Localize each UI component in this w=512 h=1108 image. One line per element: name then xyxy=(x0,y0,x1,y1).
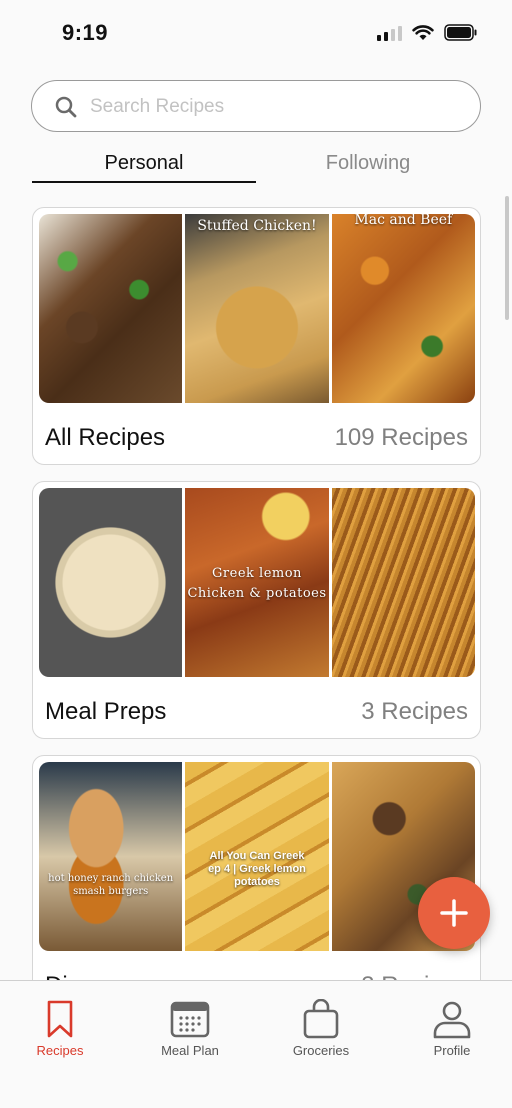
add-recipe-button[interactable] xyxy=(418,877,490,949)
collection-count: 3 Recipes xyxy=(361,698,468,725)
tab-following[interactable]: Following xyxy=(256,150,480,184)
nav-label: Meal Plan xyxy=(161,1043,219,1058)
thumbnail-caption: Stuffed Chicken! xyxy=(197,218,317,234)
collection-thumbnails: Greek lemon Chicken & potatoes xyxy=(39,488,475,677)
nav-item-meal-plan[interactable]: Meal Plan xyxy=(130,999,250,1058)
recipe-thumbnail: All You Can Greek ep 4 | Greek lemon pot… xyxy=(185,762,329,951)
recipes-screen: 9:19 Personal Following xyxy=(0,0,512,1108)
recipe-thumbnail: Stuffed Chicken! xyxy=(185,214,329,403)
collection-name: All Recipes xyxy=(45,424,166,451)
active-tab-indicator xyxy=(32,181,256,183)
thumbnail-caption: Mac and Beef xyxy=(354,214,453,228)
recipe-thumbnail xyxy=(39,488,183,677)
search-bar[interactable] xyxy=(31,80,481,132)
collection-card-dinners[interactable]: hot honey ranch chicken smash burgers Al… xyxy=(32,755,481,1013)
nav-item-profile[interactable]: Profile xyxy=(392,999,512,1058)
recipe-thumbnail xyxy=(331,488,475,677)
collection-thumbnails: hot honey ranch chicken smash burgers Al… xyxy=(39,762,475,951)
nav-label: Recipes xyxy=(36,1043,84,1058)
nav-label: Profile xyxy=(433,1043,471,1058)
search-input[interactable] xyxy=(90,93,460,121)
thumbnail-caption: hot honey ranch chicken smash burgers xyxy=(48,873,174,897)
recipe-thumbnail xyxy=(39,214,183,403)
collection-card-all-recipes[interactable]: Stuffed Chicken! Mac and Beef All Recipe… xyxy=(32,207,481,465)
bottom-navigation: Recipes Meal Plan Groceries Profile xyxy=(0,980,512,1108)
plus-icon xyxy=(440,899,468,927)
scrollbar[interactable] xyxy=(505,196,509,320)
calendar-icon xyxy=(170,1001,210,1038)
cellular-signal-icon xyxy=(377,25,402,41)
tab-personal[interactable]: Personal xyxy=(32,150,256,184)
person-icon xyxy=(433,1001,471,1039)
nav-item-groceries[interactable]: Groceries xyxy=(261,999,381,1058)
recipe-thumbnail: Greek lemon Chicken & potatoes xyxy=(185,488,329,677)
recipe-thumbnail: Mac and Beef xyxy=(331,214,475,403)
thumbnail-caption: Greek lemon Chicken & potatoes xyxy=(187,566,327,601)
collection-thumbnails: Stuffed Chicken! Mac and Beef xyxy=(39,214,475,403)
bookmark-icon xyxy=(47,1000,73,1038)
nav-label: Groceries xyxy=(292,1043,350,1058)
bag-icon xyxy=(303,999,339,1039)
thumbnail-caption: All You Can Greek ep 4 | Greek lemon pot… xyxy=(208,850,306,888)
status-time: 9:19 xyxy=(62,20,109,45)
wifi-icon xyxy=(412,24,434,40)
recipe-thumbnail: hot honey ranch chicken smash burgers xyxy=(39,762,183,951)
status-bar: 9:19 xyxy=(0,0,512,66)
collection-card-meal-preps[interactable]: Greek lemon Chicken & potatoes Meal Prep… xyxy=(32,481,481,739)
collection-count: 109 Recipes xyxy=(334,424,468,451)
search-icon xyxy=(55,96,77,118)
battery-icon xyxy=(444,24,477,41)
nav-item-recipes[interactable]: Recipes xyxy=(0,999,120,1058)
collection-name: Meal Preps xyxy=(45,698,167,725)
